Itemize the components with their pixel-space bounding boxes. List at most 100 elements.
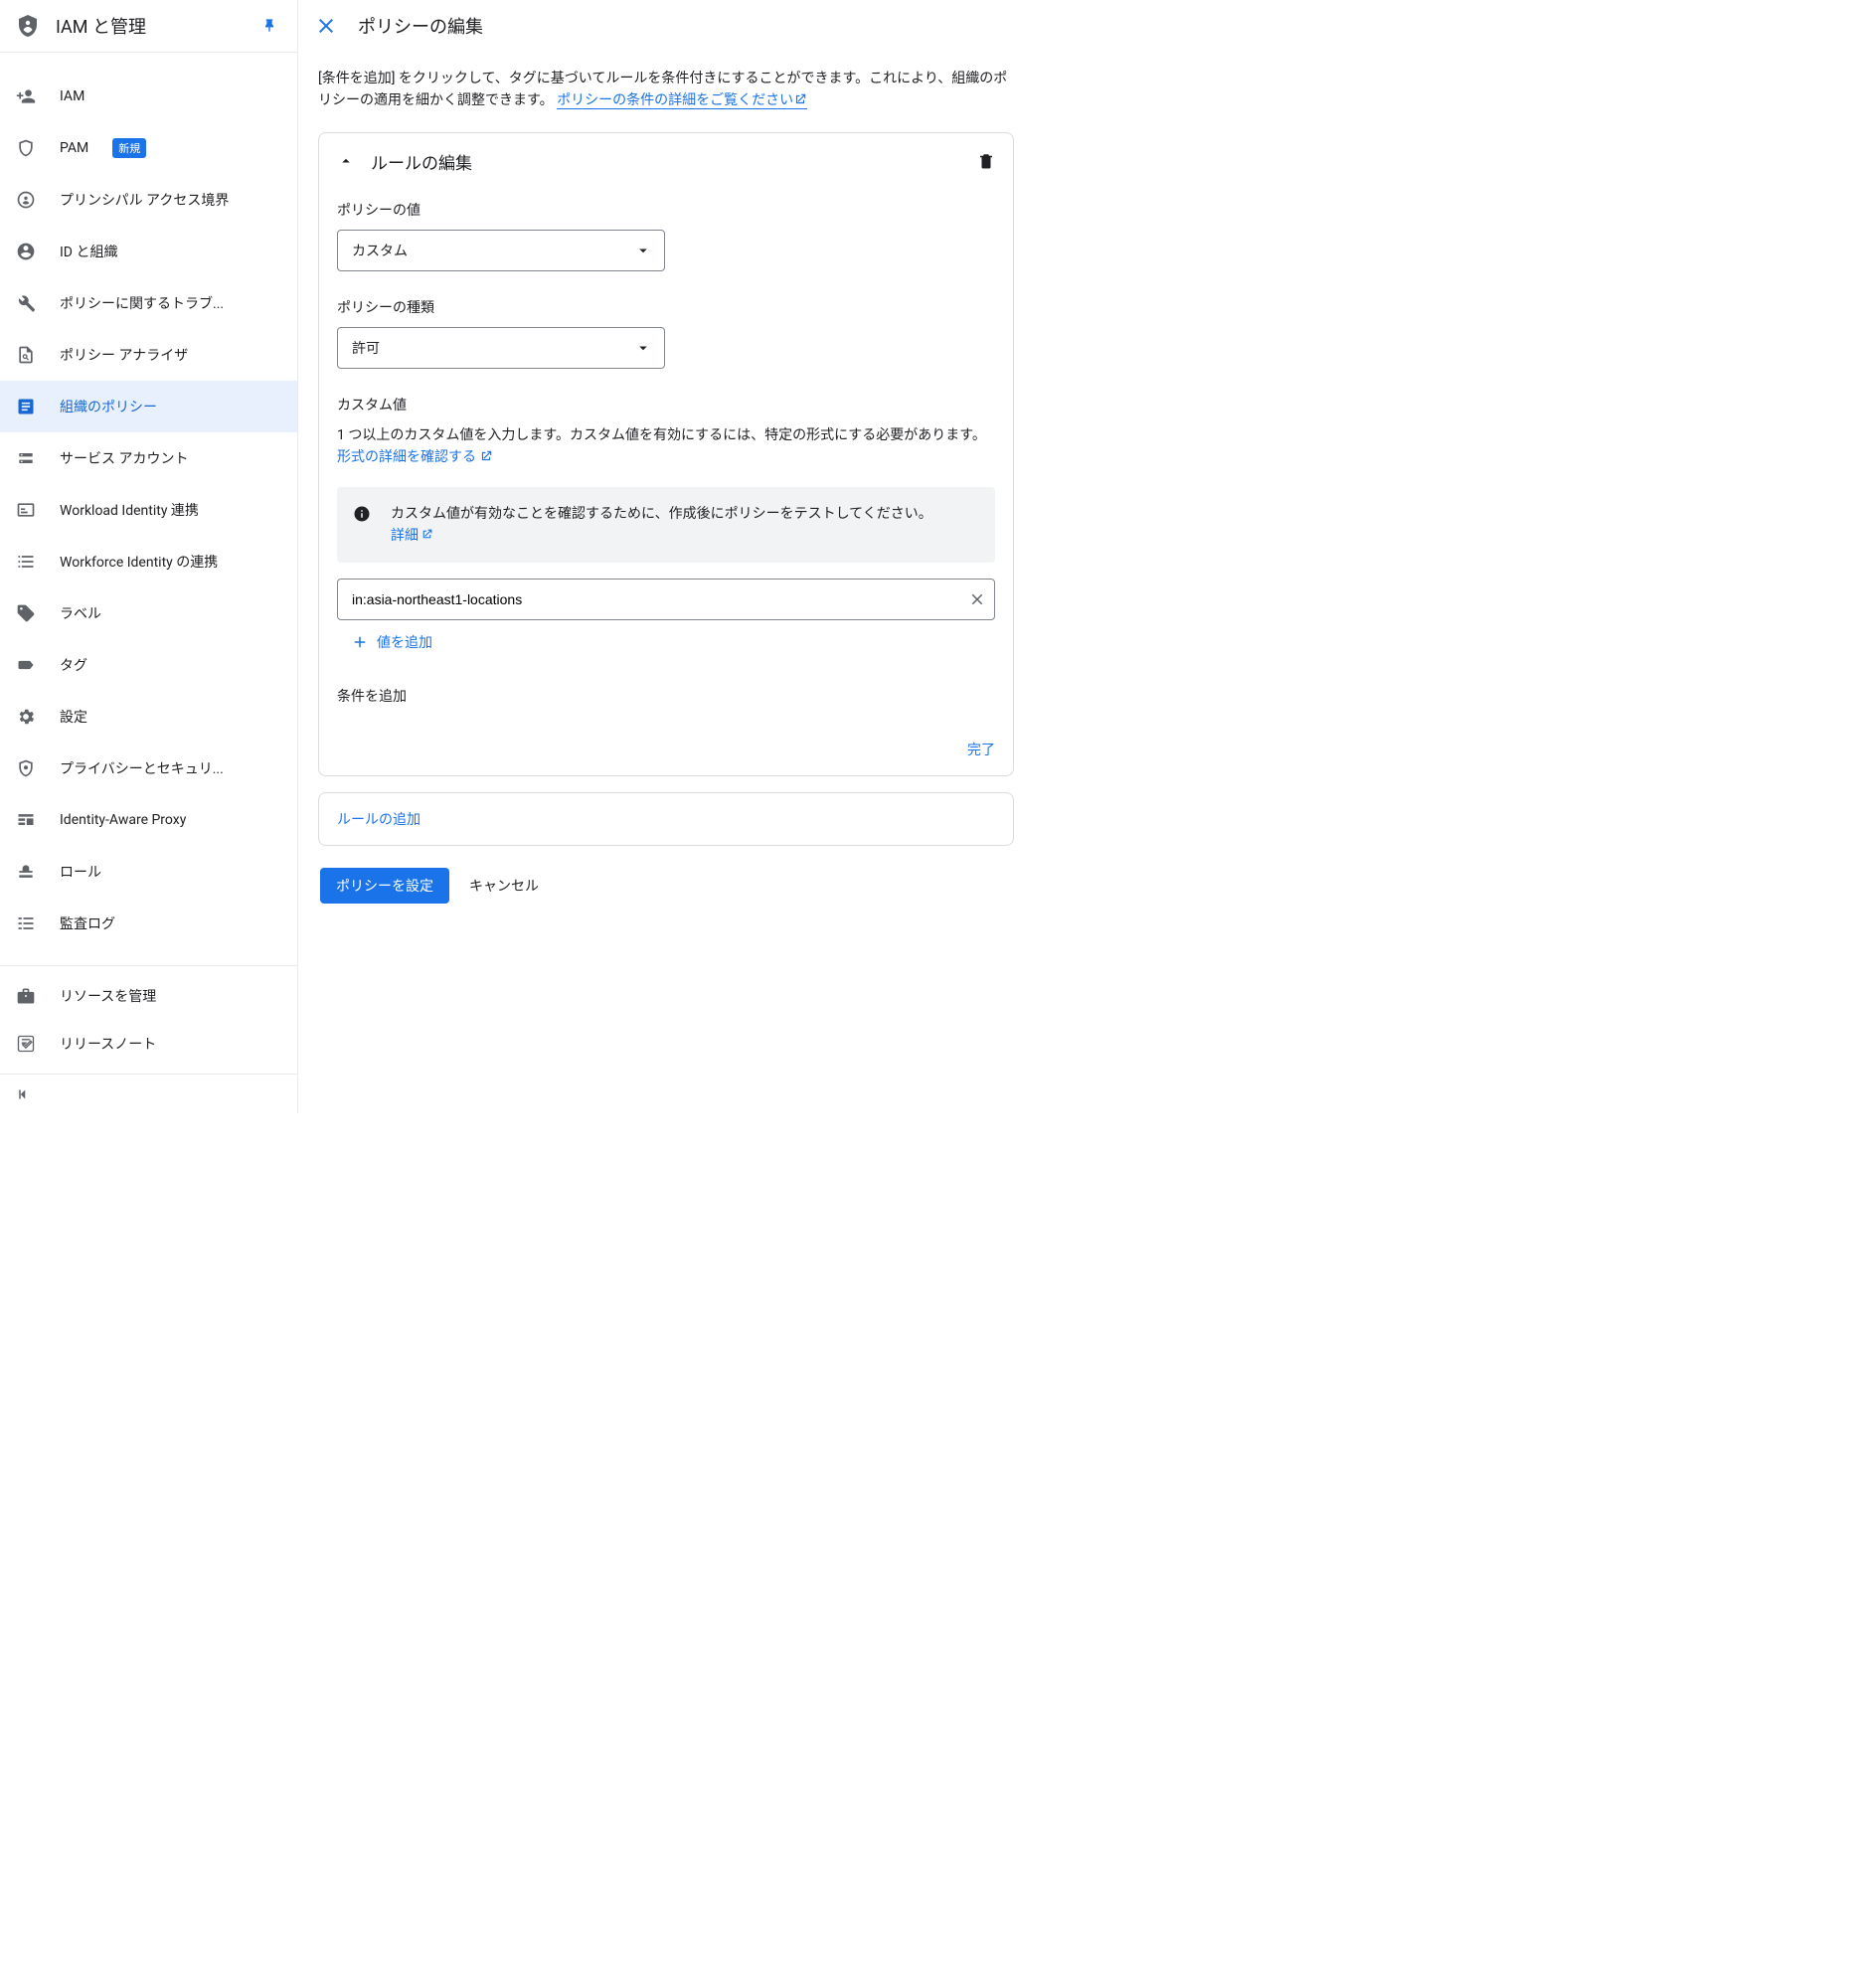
sidebar-item-settings[interactable]: 設定 bbox=[0, 691, 297, 743]
sidebar-item-label: タグ bbox=[60, 655, 87, 675]
account-icon bbox=[16, 242, 36, 261]
external-link-icon bbox=[479, 448, 493, 470]
sidebar-item-label: リソースを管理 bbox=[60, 986, 156, 1006]
custom-value-input[interactable] bbox=[352, 591, 968, 607]
page-title: ポリシーの編集 bbox=[358, 13, 483, 39]
sidebar-item-label: ID と組織 bbox=[60, 242, 117, 261]
sidebar-item-workforce-identity[interactable]: Workforce Identity の連携 bbox=[0, 536, 297, 587]
person-add-icon bbox=[16, 86, 36, 106]
action-bar: ポリシーを設定 キャンセル bbox=[318, 868, 1014, 904]
sidebar-item-label: ラベル bbox=[60, 603, 101, 623]
external-link-icon bbox=[420, 528, 433, 541]
iap-icon bbox=[16, 810, 36, 830]
sidebar-item-label: 組織のポリシー bbox=[60, 397, 157, 416]
policy-type-select[interactable]: 許可 bbox=[337, 327, 665, 369]
policy-value-label: ポリシーの値 bbox=[337, 200, 995, 220]
sidebar-item-service-account[interactable]: サービス アカウント bbox=[0, 432, 297, 484]
sidebar-item-tags[interactable]: タグ bbox=[0, 639, 297, 691]
service-account-icon bbox=[16, 448, 36, 468]
sidebar-item-identity[interactable]: ID と組織 bbox=[0, 226, 297, 277]
edit-rule-card: ルールの編集 ポリシーの値 カスタム ポリシーの種類 許可 カスタム値 1 つ以… bbox=[318, 132, 1014, 777]
label-icon bbox=[16, 655, 36, 675]
sidebar-item-label: ロール bbox=[60, 862, 101, 882]
sidebar-item-roles[interactable]: ロール bbox=[0, 846, 297, 898]
sidebar-item-manage-resources[interactable]: リソースを管理 bbox=[0, 972, 297, 1020]
sidebar-item-iam[interactable]: IAM bbox=[0, 71, 297, 122]
sidebar-item-label: リリースノート bbox=[60, 1034, 156, 1054]
boundary-icon bbox=[16, 190, 36, 210]
shield-icon bbox=[16, 138, 36, 158]
chevron-left-icon bbox=[14, 1085, 32, 1103]
card-header: ルールの編集 bbox=[337, 149, 995, 174]
set-policy-button[interactable]: ポリシーを設定 bbox=[320, 868, 449, 904]
sidebar-item-pam[interactable]: PAM 新規 bbox=[0, 122, 297, 174]
card-icon bbox=[16, 500, 36, 520]
sidebar-item-release-notes[interactable]: リリースノート bbox=[0, 1020, 297, 1068]
sidebar-item-label: Identity-Aware Proxy bbox=[60, 812, 186, 828]
close-icon[interactable] bbox=[314, 14, 338, 38]
list-icon bbox=[16, 913, 36, 933]
sidebar-item-label: プリンシパル アクセス境界 bbox=[60, 190, 229, 210]
main-header: ポリシーの編集 bbox=[298, 0, 1034, 52]
pin-icon[interactable] bbox=[261, 18, 277, 34]
sidebar-item-label: 監査ログ bbox=[60, 913, 115, 933]
sidebar-item-label: PAM bbox=[60, 140, 88, 156]
sidebar-item-org-policy[interactable]: 組織のポリシー bbox=[0, 381, 297, 432]
add-rule-button[interactable]: ルールの追加 bbox=[318, 792, 1014, 846]
external-link-icon bbox=[793, 91, 807, 113]
gear-icon bbox=[16, 707, 36, 727]
sidebar-item-label: Workload Identity 連携 bbox=[60, 500, 199, 520]
policy-conditions-link[interactable]: ポリシーの条件の詳細をご覧ください bbox=[557, 92, 807, 109]
sidebar-item-pab[interactable]: プリンシパル アクセス境界 bbox=[0, 174, 297, 226]
custom-value-row bbox=[337, 579, 995, 620]
sidebar-item-label: ポリシー アナライザ bbox=[60, 345, 188, 365]
policy-value-select[interactable]: カスタム bbox=[337, 230, 665, 271]
sidebar-item-privacy[interactable]: プライバシーとセキュリ... bbox=[0, 743, 297, 794]
add-value-button[interactable]: 値を追加 bbox=[337, 632, 995, 652]
cancel-button[interactable]: キャンセル bbox=[469, 876, 539, 896]
info-icon bbox=[353, 505, 371, 523]
custom-value-description: 1 つ以上のカスタム値を入力します。カスタム値を有効にするには、特定の形式にする… bbox=[337, 424, 995, 471]
iam-admin-icon bbox=[16, 14, 40, 38]
sidebar-header: IAM と管理 bbox=[0, 0, 297, 52]
format-details-link[interactable]: 形式の詳細を確認する bbox=[337, 449, 493, 465]
collapse-sidebar[interactable] bbox=[0, 1074, 297, 1113]
article-icon bbox=[16, 397, 36, 416]
sidebar-item-workload-identity[interactable]: Workload Identity 連携 bbox=[0, 484, 297, 536]
chevron-down-icon bbox=[634, 242, 652, 259]
tag-icon bbox=[16, 603, 36, 623]
sidebar-item-label: Workforce Identity の連携 bbox=[60, 552, 218, 572]
sidebar-item-iap[interactable]: Identity-Aware Proxy bbox=[0, 794, 297, 846]
done-button[interactable]: 完了 bbox=[337, 740, 995, 759]
sidebar-item-label: サービス アカウント bbox=[60, 448, 188, 468]
delete-icon[interactable] bbox=[977, 152, 995, 170]
add-condition-label: 条件を追加 bbox=[337, 686, 995, 706]
card-title: ルールの編集 bbox=[371, 149, 961, 174]
sidebar-item-audit-logs[interactable]: 監査ログ bbox=[0, 898, 297, 949]
sidebar-item-label: ポリシーに関するトラブ... bbox=[60, 293, 224, 313]
plus-icon bbox=[351, 633, 369, 651]
intro-text: [条件を追加] をクリックして、タグに基づいてルールを条件付きにすることができま… bbox=[318, 68, 1014, 114]
chevron-down-icon bbox=[634, 339, 652, 357]
sidebar-item-labels[interactable]: ラベル bbox=[0, 587, 297, 639]
sidebar-nav: IAM PAM 新規 プリンシパル アクセス境界 ID と組織 ポリシーに関する… bbox=[0, 52, 297, 966]
notice-details-link[interactable]: 詳細 bbox=[391, 528, 433, 544]
sidebar-item-analyzer[interactable]: ポリシー アナライザ bbox=[0, 329, 297, 381]
sidebar: IAM と管理 IAM PAM 新規 プリンシパル アクセス境界 ID と組織 bbox=[0, 0, 298, 1113]
wrench-icon bbox=[16, 293, 36, 313]
clear-icon[interactable] bbox=[968, 590, 986, 608]
policy-value-selected: カスタム bbox=[352, 241, 634, 260]
policy-type-selected: 許可 bbox=[352, 338, 634, 358]
notice-text: カスタム値が有効なことを確認するために、作成後にポリシーをテストしてください。 bbox=[391, 503, 979, 525]
custom-value-notice: カスタム値が有効なことを確認するために、作成後にポリシーをテストしてください。 … bbox=[337, 487, 995, 564]
hat-icon bbox=[16, 862, 36, 882]
briefcase-icon bbox=[16, 986, 36, 1006]
shield-outline-icon bbox=[16, 758, 36, 778]
notes-icon bbox=[16, 1034, 36, 1054]
sidebar-item-troubleshoot[interactable]: ポリシーに関するトラブ... bbox=[0, 277, 297, 329]
sidebar-item-label: プライバシーとセキュリ... bbox=[60, 758, 224, 778]
custom-value-label: カスタム値 bbox=[337, 395, 995, 414]
policy-type-label: ポリシーの種類 bbox=[337, 297, 995, 317]
chevron-up-icon[interactable] bbox=[337, 152, 355, 170]
main-content: ポリシーの編集 [条件を追加] をクリックして、タグに基づいてルールを条件付きに… bbox=[298, 0, 1034, 1113]
